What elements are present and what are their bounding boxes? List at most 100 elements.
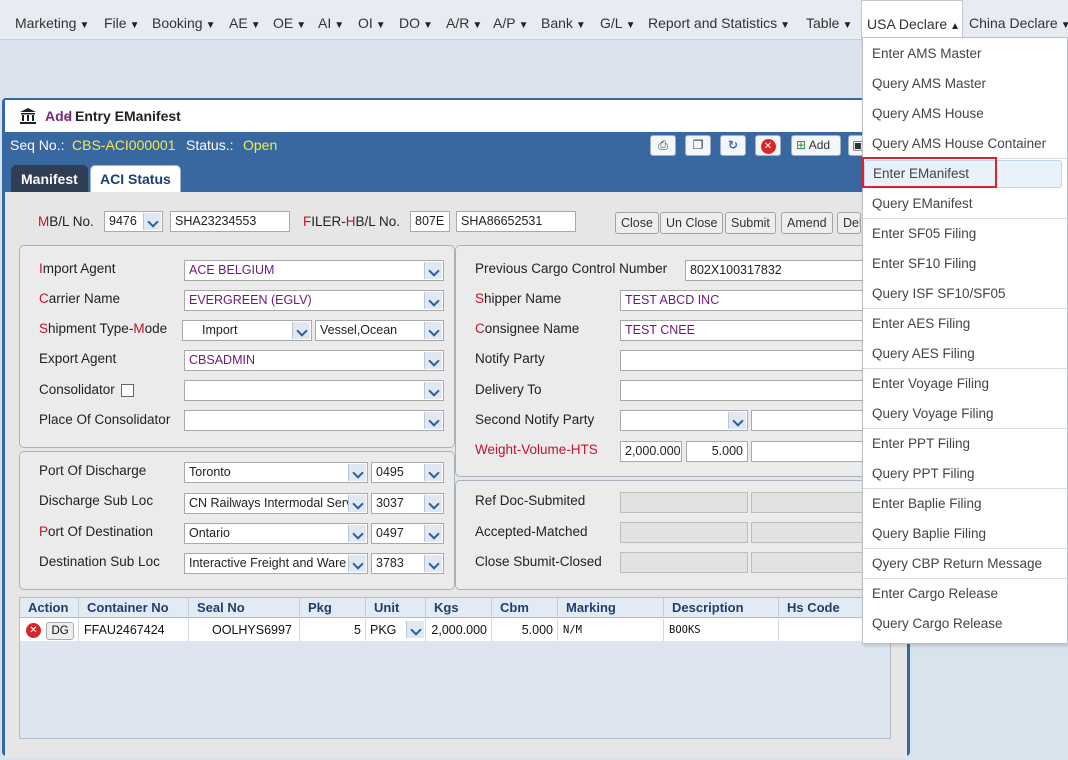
- destination-sub-loc-select[interactable]: Interactive Freight and Ware: [184, 553, 368, 574]
- close-window-button[interactable]: ✕: [755, 135, 781, 156]
- consignee-name-input[interactable]: TEST CNEE: [620, 320, 870, 341]
- close-button[interactable]: Close: [615, 212, 659, 234]
- prev-ccn-input[interactable]: 802X100317832: [685, 260, 870, 281]
- menu-china-declare[interactable]: China Declare ▼: [969, 0, 1068, 40]
- port-of-destination-select[interactable]: Ontario: [184, 523, 368, 544]
- menu-ai[interactable]: AI ▼: [318, 0, 344, 40]
- hts-input[interactable]: [751, 441, 870, 462]
- col-description[interactable]: Description: [664, 598, 779, 618]
- col-cbm[interactable]: Cbm: [492, 598, 558, 618]
- port-of-discharge-select[interactable]: Toronto: [184, 462, 368, 483]
- discharge-sub-loc-select[interactable]: CN Railways Intermodal Serv: [184, 493, 368, 514]
- shipper-name-input[interactable]: TEST ABCD INC: [620, 290, 870, 311]
- consolidator-select[interactable]: [184, 380, 444, 401]
- menu-gl[interactable]: G/L ▼: [600, 0, 635, 40]
- import-agent-select[interactable]: ACE BELGIUM: [184, 260, 444, 281]
- destination-sub-loc-code[interactable]: 3783: [371, 553, 444, 574]
- menu-item-query-baplie-filing[interactable]: Query Baplie Filing: [863, 519, 1067, 549]
- shipment-mode-select[interactable]: Vessel,Ocean: [315, 320, 444, 341]
- menu-item-query-ams-master[interactable]: Query AMS Master: [863, 69, 1067, 99]
- menu-item-query-isf[interactable]: Query ISF SF10/SF05: [863, 279, 1067, 309]
- amend-button[interactable]: Amend: [781, 212, 833, 234]
- menu-marketing[interactable]: Marketing ▼: [15, 0, 89, 40]
- tab-aci-status[interactable]: ACI Status: [90, 165, 181, 192]
- menu-item-enter-baplie-filing[interactable]: Enter Baplie Filing: [863, 489, 1067, 519]
- submit-button[interactable]: Submit: [725, 212, 776, 234]
- menu-booking[interactable]: Booking ▼: [152, 0, 216, 40]
- add-button[interactable]: ⊞ Add: [791, 135, 841, 156]
- container-no-cell[interactable]: FFAU2467424: [79, 619, 189, 641]
- menu-ae[interactable]: AE ▼: [229, 0, 261, 40]
- export-agent-select[interactable]: CBSADMIN: [184, 350, 444, 371]
- notify-party-input[interactable]: [620, 350, 870, 371]
- menu-item-query-cargo-release[interactable]: Query Cargo Release: [863, 609, 1067, 639]
- menu-item-enter-sf05-filing[interactable]: Enter SF05 Filing: [863, 219, 1067, 249]
- menu-oe[interactable]: OE ▼: [273, 0, 306, 40]
- menu-item-enter-ppt-filing[interactable]: Enter PPT Filing: [863, 429, 1067, 459]
- shipment-type-select[interactable]: Import: [182, 320, 312, 341]
- menu-item-query-voyage-filing[interactable]: Query Voyage Filing: [863, 399, 1067, 429]
- refresh-button[interactable]: ↻: [720, 135, 746, 156]
- menu-oi[interactable]: OI ▼: [358, 0, 386, 40]
- discharge-sub-loc-code[interactable]: 3037: [371, 493, 444, 514]
- menu-item-query-emanifest[interactable]: Query EManifest: [863, 189, 1067, 219]
- copy-button[interactable]: ❐: [685, 135, 711, 156]
- discharge-sub-loc-label: Discharge Sub Loc: [39, 493, 154, 508]
- menu-item-query-aes-filing[interactable]: Query AES Filing: [863, 339, 1067, 369]
- carrier-name-select[interactable]: EVERGREEN (EGLV): [184, 290, 444, 311]
- unit-cell[interactable]: PKG: [366, 619, 426, 641]
- hbl-number-input[interactable]: SHA86652531: [456, 211, 576, 232]
- menu-item-enter-aes-filing[interactable]: Enter AES Filing: [863, 309, 1067, 339]
- menu-item-query-ppt-filing[interactable]: Query PPT Filing: [863, 459, 1067, 489]
- menu-item-query-ams-house[interactable]: Query AMS House: [863, 99, 1067, 129]
- print-button[interactable]: ⎙: [650, 135, 676, 156]
- unclose-button[interactable]: Un Close: [660, 212, 724, 234]
- menu-usa-declare[interactable]: USA Declare ▲: [861, 0, 963, 41]
- col-container-no[interactable]: Container No: [79, 598, 189, 618]
- menu-item-enter-sf10-filing[interactable]: Enter SF10 Filing: [863, 249, 1067, 279]
- consignee-name-label: Consignee Name: [475, 321, 580, 336]
- menu-report-statistics[interactable]: Report and Statistics ▼: [648, 0, 790, 40]
- marking-cell[interactable]: N/M: [558, 619, 664, 641]
- menu-table[interactable]: Table ▼: [806, 0, 852, 40]
- menu-file[interactable]: File ▼: [104, 0, 139, 40]
- description-cell[interactable]: BOOKS: [664, 619, 779, 641]
- highlight-box: [862, 157, 997, 188]
- menu-do[interactable]: DO ▼: [399, 0, 433, 40]
- weight-input[interactable]: 2,000.000: [620, 441, 682, 462]
- col-marking[interactable]: Marking: [558, 598, 664, 618]
- menu-item-enter-cargo-release[interactable]: Enter Cargo Release: [863, 579, 1067, 609]
- col-pkg[interactable]: Pkg: [300, 598, 366, 618]
- cbm-cell[interactable]: 5.000: [492, 619, 558, 641]
- menu-item-enter-voyage-filing[interactable]: Enter Voyage Filing: [863, 369, 1067, 399]
- delivery-to-input[interactable]: [620, 380, 870, 401]
- port-of-discharge-code[interactable]: 0495: [371, 462, 444, 483]
- port-of-destination-code[interactable]: 0497: [371, 523, 444, 544]
- mbl-prefix-select[interactable]: 9476: [104, 211, 163, 232]
- delivery-to-label: Delivery To: [475, 382, 542, 397]
- delete-row-icon[interactable]: ✕: [26, 623, 41, 639]
- menu-bank[interactable]: Bank ▼: [541, 0, 586, 40]
- port-of-discharge-label: Port Of Discharge: [39, 463, 147, 478]
- kgs-cell[interactable]: 2,000.000: [426, 619, 492, 641]
- col-action[interactable]: Action: [20, 598, 79, 618]
- dg-button[interactable]: DG: [46, 621, 74, 640]
- second-notify-party-input[interactable]: [751, 410, 870, 431]
- col-kgs[interactable]: Kgs: [426, 598, 492, 618]
- consolidator-checkbox[interactable]: [120, 383, 134, 397]
- tab-manifest[interactable]: Manifest: [11, 165, 88, 192]
- volume-input[interactable]: 5.000: [686, 441, 748, 462]
- col-unit[interactable]: Unit: [366, 598, 426, 618]
- filer-code-input[interactable]: 807E: [410, 211, 450, 232]
- pkg-cell[interactable]: 5: [300, 619, 366, 641]
- menu-item-query-ams-house-container[interactable]: Query AMS House Container: [863, 129, 1067, 159]
- menu-ap[interactable]: A/P ▼: [493, 0, 528, 40]
- mbl-number-input[interactable]: SHA23234553: [170, 211, 290, 232]
- menu-item-enter-ams-master[interactable]: Enter AMS Master: [863, 39, 1067, 69]
- second-notify-party-select[interactable]: [620, 410, 748, 431]
- menu-item-query-cbp-return-message[interactable]: Qyery CBP Return Message: [863, 549, 1067, 579]
- menu-ar[interactable]: A/R ▼: [446, 0, 482, 40]
- col-seal-no[interactable]: Seal No: [189, 598, 300, 618]
- place-of-consolidator-select[interactable]: [184, 410, 444, 431]
- delete-button[interactable]: Del: [837, 212, 861, 234]
